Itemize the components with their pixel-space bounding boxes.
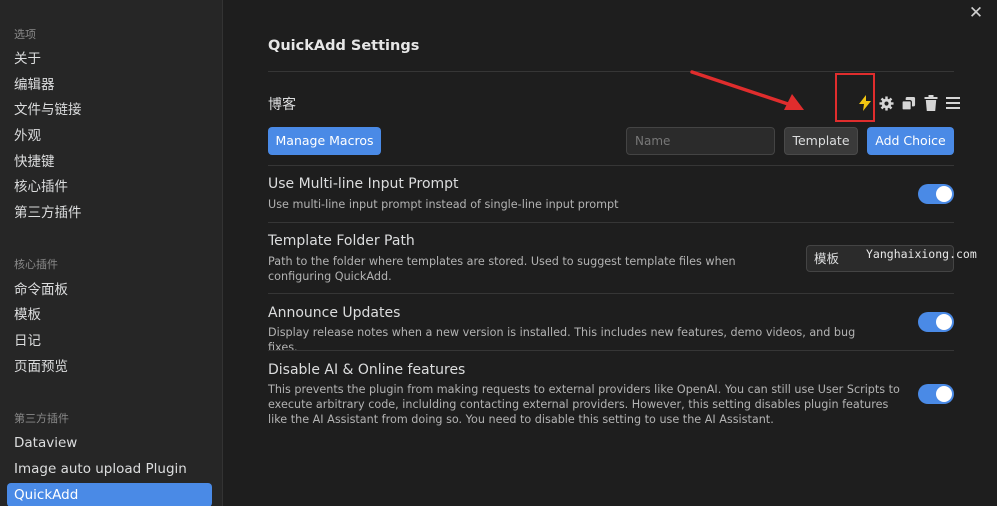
watermark-text: Yanghaixiong.com bbox=[866, 247, 977, 261]
add-choice-button[interactable]: Add Choice bbox=[867, 127, 954, 155]
manage-macros-button[interactable]: Manage Macros bbox=[268, 127, 381, 155]
divider bbox=[268, 71, 954, 72]
divider bbox=[268, 293, 954, 294]
sidebar-section-core: 核心插件 bbox=[14, 258, 58, 271]
template-button[interactable]: Template bbox=[784, 127, 858, 155]
duplicate-icon[interactable] bbox=[900, 95, 917, 112]
choice-name: 博客 bbox=[268, 97, 296, 113]
sidebar-item-command-palette[interactable]: 命令面板 bbox=[7, 278, 212, 302]
toggle-knob bbox=[936, 314, 952, 330]
sidebar-section-options: 选项 bbox=[14, 28, 36, 41]
setting-desc-multiline: Use multi-line input prompt instead of s… bbox=[268, 198, 619, 211]
announce-updates-toggle[interactable] bbox=[918, 312, 954, 332]
disable-ai-toggle[interactable] bbox=[918, 384, 954, 404]
page-title: QuickAdd Settings bbox=[268, 38, 420, 54]
toggle-knob bbox=[936, 386, 952, 402]
setting-desc-disable-ai: This prevents the plugin from making req… bbox=[268, 383, 900, 426]
trash-icon[interactable] bbox=[922, 95, 939, 112]
setting-name-disable-ai: Disable AI & Online features bbox=[268, 362, 466, 378]
annotation-arrow-icon bbox=[690, 70, 804, 110]
sidebar-item-core-plugins[interactable]: 核心插件 bbox=[7, 175, 212, 199]
sidebar-item-community-plugins[interactable]: 第三方插件 bbox=[7, 201, 212, 225]
choice-name-input[interactable]: Name bbox=[626, 127, 775, 155]
setting-desc-template-folder: Path to the folder where templates are s… bbox=[268, 255, 736, 283]
sidebar-item-about[interactable]: 关于 bbox=[7, 47, 212, 71]
multiline-toggle[interactable] bbox=[918, 184, 954, 204]
sidebar-item-dataview[interactable]: Dataview bbox=[7, 431, 212, 455]
sidebar-item-daily-notes[interactable]: 日记 bbox=[7, 329, 212, 353]
divider bbox=[268, 222, 954, 223]
sidebar-item-hotkeys[interactable]: 快捷键 bbox=[7, 150, 212, 174]
sidebar-item-image-auto-upload[interactable]: Image auto upload Plugin bbox=[7, 457, 212, 481]
sidebar-item-files-links[interactable]: 文件与链接 bbox=[7, 98, 212, 122]
setting-name-multiline: Use Multi-line Input Prompt bbox=[268, 176, 459, 192]
annotation-highlight-box bbox=[835, 73, 875, 122]
sidebar-section-community: 第三方插件 bbox=[14, 412, 69, 425]
toggle-knob bbox=[936, 186, 952, 202]
divider bbox=[268, 350, 954, 351]
divider bbox=[268, 165, 954, 166]
setting-name-announce-updates: Announce Updates bbox=[268, 305, 401, 321]
drag-handle-icon[interactable] bbox=[944, 95, 961, 112]
gear-icon[interactable] bbox=[878, 95, 895, 112]
sidebar-item-editor[interactable]: 编辑器 bbox=[7, 73, 212, 97]
sidebar-item-templates[interactable]: 模板 bbox=[7, 303, 212, 327]
close-icon[interactable]: ✕ bbox=[966, 3, 986, 23]
setting-name-template-folder: Template Folder Path bbox=[268, 233, 415, 249]
sidebar-item-page-preview[interactable]: 页面预览 bbox=[7, 355, 212, 379]
sidebar-item-appearance[interactable]: 外观 bbox=[7, 124, 212, 148]
settings-sidebar: 选项 关于 编辑器 文件与链接 外观 快捷键 核心插件 第三方插件 核心插件 命… bbox=[0, 0, 223, 506]
sidebar-item-quickadd[interactable]: QuickAdd bbox=[7, 483, 212, 506]
